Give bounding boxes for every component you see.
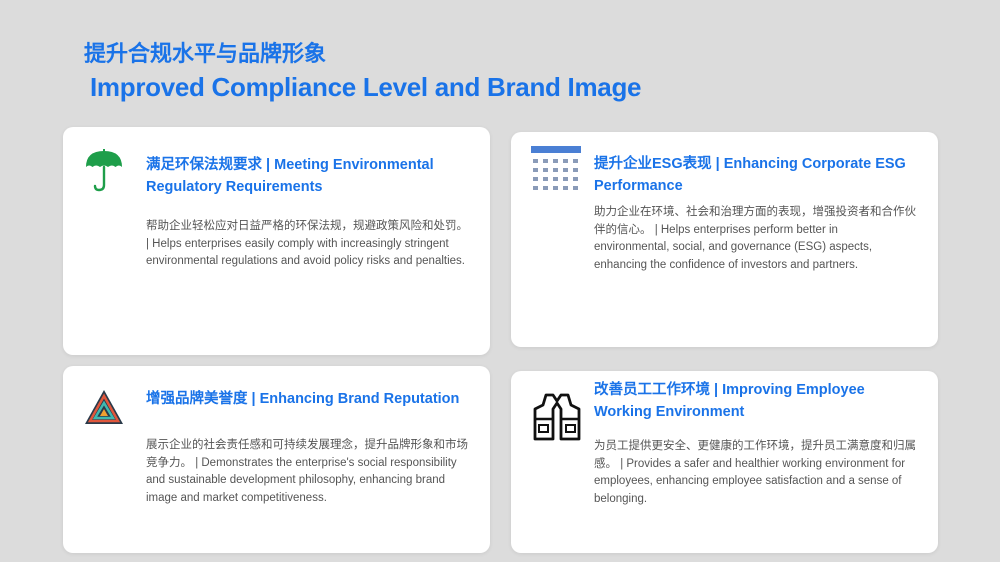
card-title: 提升企业ESG表现 | Enhancing Corporate ESG Perf… [594, 156, 906, 194]
umbrella-icon [83, 147, 125, 193]
card-description: 为员工提供更安全、更健康的工作环境，提升员工满意度和归属感。 | Provide… [594, 440, 916, 505]
card-environmental-regulations: 满足环保法规要求 | Meeting Environmental Regulat… [63, 127, 490, 355]
page-title-chinese: 提升合规水平与品牌形象 [84, 42, 327, 67]
triangle-logo-icon [83, 386, 125, 432]
card-description: 助力企业在环境、社会和治理方面的表现，增强投资者和合作伙伴的信心。 | Help… [594, 206, 916, 271]
card-title: 增强品牌美誉度 | Enhancing Brand Reputation [146, 391, 460, 407]
card-description: 帮助企业轻松应对日益严格的环保法规，规避政策风险和处罚。 | Helps ent… [146, 220, 468, 267]
card-title: 改善员工工作环境 | Improving Employee Working En… [594, 382, 865, 420]
card-title: 满足环保法规要求 | Meeting Environmental Regulat… [146, 157, 434, 195]
card-esg-performance: 提升企业ESG表现 | Enhancing Corporate ESG Perf… [511, 132, 938, 347]
safety-vest-icon [531, 391, 581, 441]
esg-report-icon [531, 146, 583, 196]
card-employee-environment: 改善员工工作环境 | Improving Employee Working En… [511, 371, 938, 553]
card-description: 展示企业的社会责任感和可持续发展理念，提升品牌形象和市场竞争力。 | Demon… [146, 439, 468, 504]
page-title-english: Improved Compliance Level and Brand Imag… [90, 72, 642, 102]
card-brand-reputation: 增强品牌美誉度 | Enhancing Brand Reputation 展示企… [63, 366, 490, 553]
